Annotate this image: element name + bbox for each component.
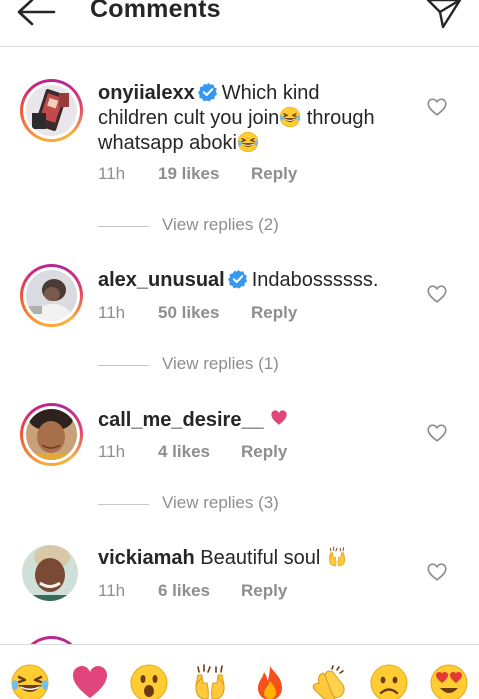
divider-line bbox=[98, 365, 149, 366]
view-replies-toggle[interactable]: View replies (2) bbox=[98, 215, 358, 237]
likes-count[interactable]: 6 likes bbox=[158, 581, 210, 601]
view-replies-label: View replies (1) bbox=[162, 354, 279, 373]
raising-hands-icon bbox=[326, 546, 348, 568]
likes-count[interactable]: 4 likes bbox=[158, 442, 210, 462]
back-arrow-icon[interactable] bbox=[14, 0, 58, 30]
comment-text: alex_unusual Indabossssss. bbox=[98, 268, 408, 293]
username[interactable]: call_me_desire__ bbox=[98, 409, 264, 431]
username[interactable]: vickiamah bbox=[98, 547, 195, 569]
comment-text: onyiialexx Which kind children cult you j… bbox=[98, 81, 408, 156]
comment-time: 11h bbox=[98, 442, 126, 461]
reply-button[interactable]: Reply bbox=[241, 442, 287, 462]
comment-body: Indabossssss. bbox=[251, 269, 379, 291]
verified-badge-icon bbox=[198, 82, 218, 102]
verified-badge-icon bbox=[228, 269, 248, 289]
view-replies-toggle[interactable]: View replies (3) bbox=[98, 493, 358, 515]
emoji-quick-bar bbox=[0, 644, 479, 699]
comment-body: children cult you join bbox=[98, 107, 280, 129]
avatar[interactable] bbox=[20, 79, 83, 142]
page-title: Comments bbox=[90, 0, 221, 23]
divider-line bbox=[98, 504, 149, 505]
comment-text: vickiamah Beautiful soul bbox=[98, 546, 408, 571]
frowning-face-icon[interactable] bbox=[369, 663, 409, 699]
grinning-face-icon bbox=[279, 106, 301, 128]
comment-time: 11h bbox=[98, 164, 126, 183]
pink-heart-icon[interactable] bbox=[70, 663, 110, 699]
view-replies-label: View replies (3) bbox=[162, 493, 279, 512]
clapping-hands-icon[interactable] bbox=[309, 663, 349, 699]
comment-body: Which kind bbox=[221, 82, 320, 104]
reply-button[interactable]: Reply bbox=[241, 581, 287, 601]
comment-body: Beautiful soul bbox=[200, 547, 321, 569]
like-heart-icon[interactable] bbox=[427, 563, 447, 581]
likes-count[interactable]: 19 likes bbox=[158, 164, 219, 184]
top-bar: Comments bbox=[0, 0, 479, 47]
divider-line bbox=[98, 226, 149, 227]
username[interactable]: alex_unusual bbox=[98, 269, 225, 291]
likes-count[interactable]: 50 likes bbox=[158, 303, 219, 323]
comment-text: call_me_desire__ bbox=[98, 408, 408, 433]
username[interactable]: onyiialexx bbox=[98, 82, 195, 104]
direct-message-icon[interactable] bbox=[426, 0, 462, 30]
raising-hands-icon[interactable] bbox=[190, 663, 230, 699]
grinning-squinting-face-icon[interactable] bbox=[10, 663, 50, 699]
comment-body: whatsapp aboki bbox=[98, 132, 237, 154]
heart-eyes-face-icon[interactable] bbox=[429, 663, 469, 699]
comment-time: 11h bbox=[98, 581, 126, 600]
avatar[interactable] bbox=[20, 264, 83, 327]
like-heart-icon[interactable] bbox=[427, 98, 447, 116]
reply-button[interactable]: Reply bbox=[251, 303, 297, 323]
reply-button[interactable]: Reply bbox=[251, 164, 297, 184]
comment-body: through bbox=[301, 107, 375, 129]
avatar[interactable] bbox=[22, 545, 78, 601]
face-with-open-mouth-icon[interactable] bbox=[129, 663, 169, 699]
view-replies-label: View replies (2) bbox=[162, 215, 279, 234]
comment-time: 11h bbox=[98, 303, 126, 322]
avatar[interactable] bbox=[20, 403, 83, 466]
pink-heart-icon bbox=[269, 409, 289, 427]
fire-icon[interactable] bbox=[250, 663, 290, 699]
like-heart-icon[interactable] bbox=[427, 424, 447, 442]
view-replies-toggle[interactable]: View replies (1) bbox=[98, 354, 358, 376]
grinning-face-icon bbox=[237, 131, 259, 153]
like-heart-icon[interactable] bbox=[427, 285, 447, 303]
